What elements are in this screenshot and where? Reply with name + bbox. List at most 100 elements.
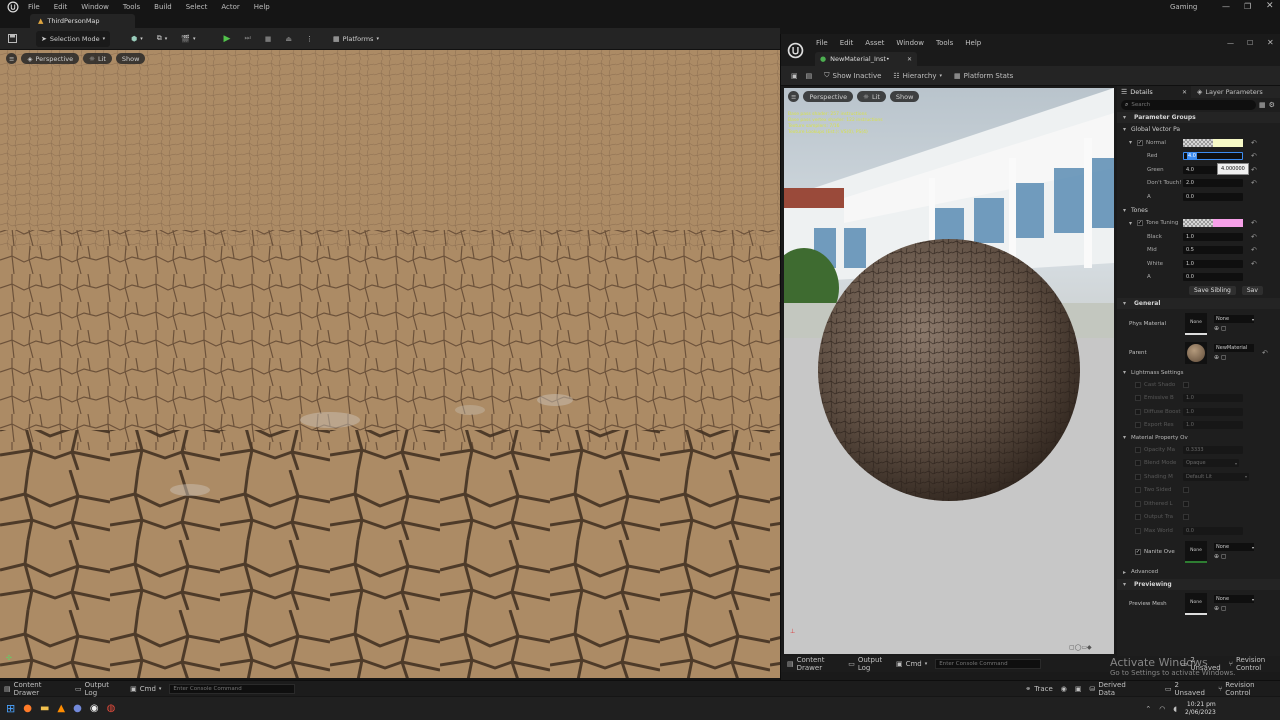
save-child-button[interactable]: Sav	[1241, 286, 1263, 295]
tone-color-swatch-solid[interactable]	[1213, 219, 1243, 228]
mat-save-icon[interactable]: ▣	[791, 72, 798, 80]
mat-menu-asset[interactable]: Asset	[865, 39, 884, 47]
hierarchy-button[interactable]: ☷ Hierarchy ▾	[893, 72, 942, 80]
mat-menu-window[interactable]: Window	[896, 39, 924, 47]
material-instance-tab[interactable]: ● NewMaterial_Inst• ✕	[815, 52, 917, 66]
opacity-mask-field[interactable]: 0.3333	[1183, 445, 1243, 454]
layer-parameters-tab[interactable]: ◈ Layer Parameters	[1191, 88, 1269, 96]
phys-material-dropdown[interactable]: None ▾	[1214, 315, 1254, 323]
clock[interactable]: 10:21 pm 2/06/2023	[1185, 701, 1216, 717]
menu-edit[interactable]: Edit	[54, 3, 68, 11]
shading-model-dropdown[interactable]: Default Lit ▾	[1183, 472, 1249, 481]
viewport-options-button[interactable]: ≡	[6, 53, 18, 64]
red-value-field[interactable]: 4.0	[1183, 152, 1243, 161]
mat-content-drawer-button[interactable]: ▤ Content Drawer	[787, 656, 840, 672]
menu-help[interactable]: Help	[254, 3, 270, 11]
reset-icon[interactable]: ↶	[1251, 179, 1257, 187]
reset-icon[interactable]: ↶	[1251, 152, 1257, 160]
details-tab[interactable]: ☰ Details ✕	[1117, 86, 1191, 98]
emissive-boost-field[interactable]: 1.0	[1183, 394, 1243, 403]
console-input[interactable]	[169, 683, 296, 694]
mat-console-input[interactable]	[935, 659, 1041, 669]
volume-icon[interactable]: ◖	[1173, 705, 1177, 713]
save-icon[interactable]	[6, 33, 18, 45]
previewing-header[interactable]: ▾ Previewing	[1117, 578, 1280, 590]
normal-checkbox[interactable]: ✓	[1137, 139, 1143, 146]
cast-shadow-checkbox[interactable]	[1183, 381, 1189, 388]
reset-icon[interactable]: ↶	[1262, 349, 1268, 357]
reset-icon[interactable]: ↶	[1251, 246, 1257, 254]
mat-close-icon[interactable]: ✕	[1267, 38, 1274, 47]
chrome-icon[interactable]: ◍	[107, 703, 116, 714]
nanite-override-checkbox[interactable]: ✓	[1135, 548, 1141, 555]
save-sibling-button[interactable]: Save Sibling	[1189, 286, 1236, 295]
asset-actions-icons[interactable]: ⊕ ▢	[1214, 325, 1254, 332]
preview-lit-button[interactable]: ☼ Lit	[857, 91, 886, 102]
preview-mesh-icons[interactable]: ▢◯▭◆	[1069, 644, 1092, 651]
add-content-button[interactable]: ⬢ ▾	[126, 31, 148, 47]
mat-minimize-icon[interactable]: —	[1227, 39, 1234, 47]
lightmass-header[interactable]: ▾ Lightmass Settings	[1117, 367, 1280, 378]
content-drawer-button[interactable]: ▤ Content Drawer	[4, 681, 67, 697]
file-explorer-icon[interactable]: ▬	[40, 703, 49, 714]
tray-chevron-icon[interactable]: ⌃	[1145, 705, 1151, 713]
diffuse-boost-field[interactable]: 1.0	[1183, 407, 1243, 416]
alpha-value-field[interactable]: 0.0	[1183, 192, 1243, 201]
tab-close-icon[interactable]: ✕	[907, 56, 912, 63]
close-icon[interactable]: ✕	[1266, 1, 1274, 11]
level-tab[interactable]: ▲ ThirdPersonMap	[30, 14, 135, 28]
nanite-dropdown[interactable]: None ▾	[1214, 543, 1254, 551]
firefox-icon[interactable]: ●	[23, 703, 32, 714]
override-checkbox[interactable]	[1135, 395, 1141, 402]
preview-mesh-dropdown[interactable]: None ▾	[1214, 595, 1254, 603]
override-checkbox[interactable]	[1135, 460, 1141, 467]
export-resolution-field[interactable]: 1.0	[1183, 421, 1243, 430]
asset-actions-icons[interactable]: ⊕ ▢	[1214, 354, 1254, 361]
menu-file[interactable]: File	[28, 3, 40, 11]
show-inactive-button[interactable]: ⛉ Show Inactive	[824, 71, 881, 80]
unreal-taskbar-icon[interactable]: ◉	[90, 703, 99, 714]
show-button[interactable]: Show	[115, 53, 146, 64]
details-close-icon[interactable]: ✕	[1182, 89, 1187, 96]
preview-perspective-button[interactable]: Perspective	[803, 91, 854, 102]
cmd-dropdown[interactable]: ▣ Cmd ▾	[130, 685, 161, 693]
mat-maximize-icon[interactable]: ☐	[1247, 39, 1253, 47]
mat-menu-tools[interactable]: Tools	[936, 39, 953, 47]
material-preview-viewport[interactable]: ≡ Perspective ☼ Lit Show Base pass shader…	[784, 88, 1114, 654]
lit-button[interactable]: ☼ Lit	[83, 53, 112, 64]
minimize-icon[interactable]: —	[1222, 2, 1230, 11]
nanite-thumbnail[interactable]: None	[1185, 540, 1207, 563]
global-vector-group[interactable]: ▾ Global Vector Pa	[1117, 123, 1280, 136]
menu-build[interactable]: Build	[154, 3, 172, 11]
step-button[interactable]: ⏭	[239, 31, 255, 47]
preview-options-button[interactable]: ≡	[788, 91, 800, 102]
unreal-logo-icon[interactable]	[6, 0, 20, 14]
general-header[interactable]: ▾ General	[1117, 298, 1280, 309]
reset-icon[interactable]: ↶	[1251, 166, 1257, 174]
level-viewport[interactable]: ≡ ◈ Perspective ☼ Lit Show ✣	[0, 50, 780, 678]
reset-icon[interactable]: ↶	[1251, 260, 1257, 268]
start-icon[interactable]: ⊞	[6, 702, 15, 715]
mat-revision-control-button[interactable]: ⑂ Revision Control	[1229, 656, 1280, 672]
mid-value-field[interactable]: 0.5	[1183, 246, 1243, 255]
menu-actor[interactable]: Actor	[221, 3, 239, 11]
two-sided-checkbox[interactable]	[1183, 487, 1189, 494]
blueprint-button[interactable]: ⧉ ▾	[152, 31, 173, 47]
settings-icon[interactable]: ⚙	[1269, 101, 1275, 109]
override-checkbox[interactable]	[1135, 446, 1141, 453]
menu-select[interactable]: Select	[186, 3, 208, 11]
output-translucent-checkbox[interactable]	[1183, 514, 1189, 521]
revision-control-button[interactable]: ⑂ Revision Control	[1218, 681, 1280, 697]
override-checkbox[interactable]	[1135, 514, 1141, 521]
record-icon[interactable]: ◉	[1061, 685, 1067, 693]
output-log-button[interactable]: ▭ Output Log	[75, 681, 122, 697]
platform-stats-button[interactable]: ▦ Platform Stats	[954, 72, 1013, 80]
reset-icon[interactable]: ↶	[1251, 233, 1257, 241]
browse-icon[interactable]: ▤	[806, 72, 813, 80]
play-options-button[interactable]: ⋮	[301, 31, 318, 47]
tone-alpha-value-field[interactable]: 0.0	[1183, 273, 1243, 282]
override-checkbox[interactable]	[1135, 381, 1141, 388]
material-property-header[interactable]: ▾ Material Property Ov	[1117, 432, 1280, 443]
preview-mesh-thumbnail[interactable]: None	[1185, 592, 1207, 615]
tone-color-swatch[interactable]	[1183, 219, 1213, 228]
